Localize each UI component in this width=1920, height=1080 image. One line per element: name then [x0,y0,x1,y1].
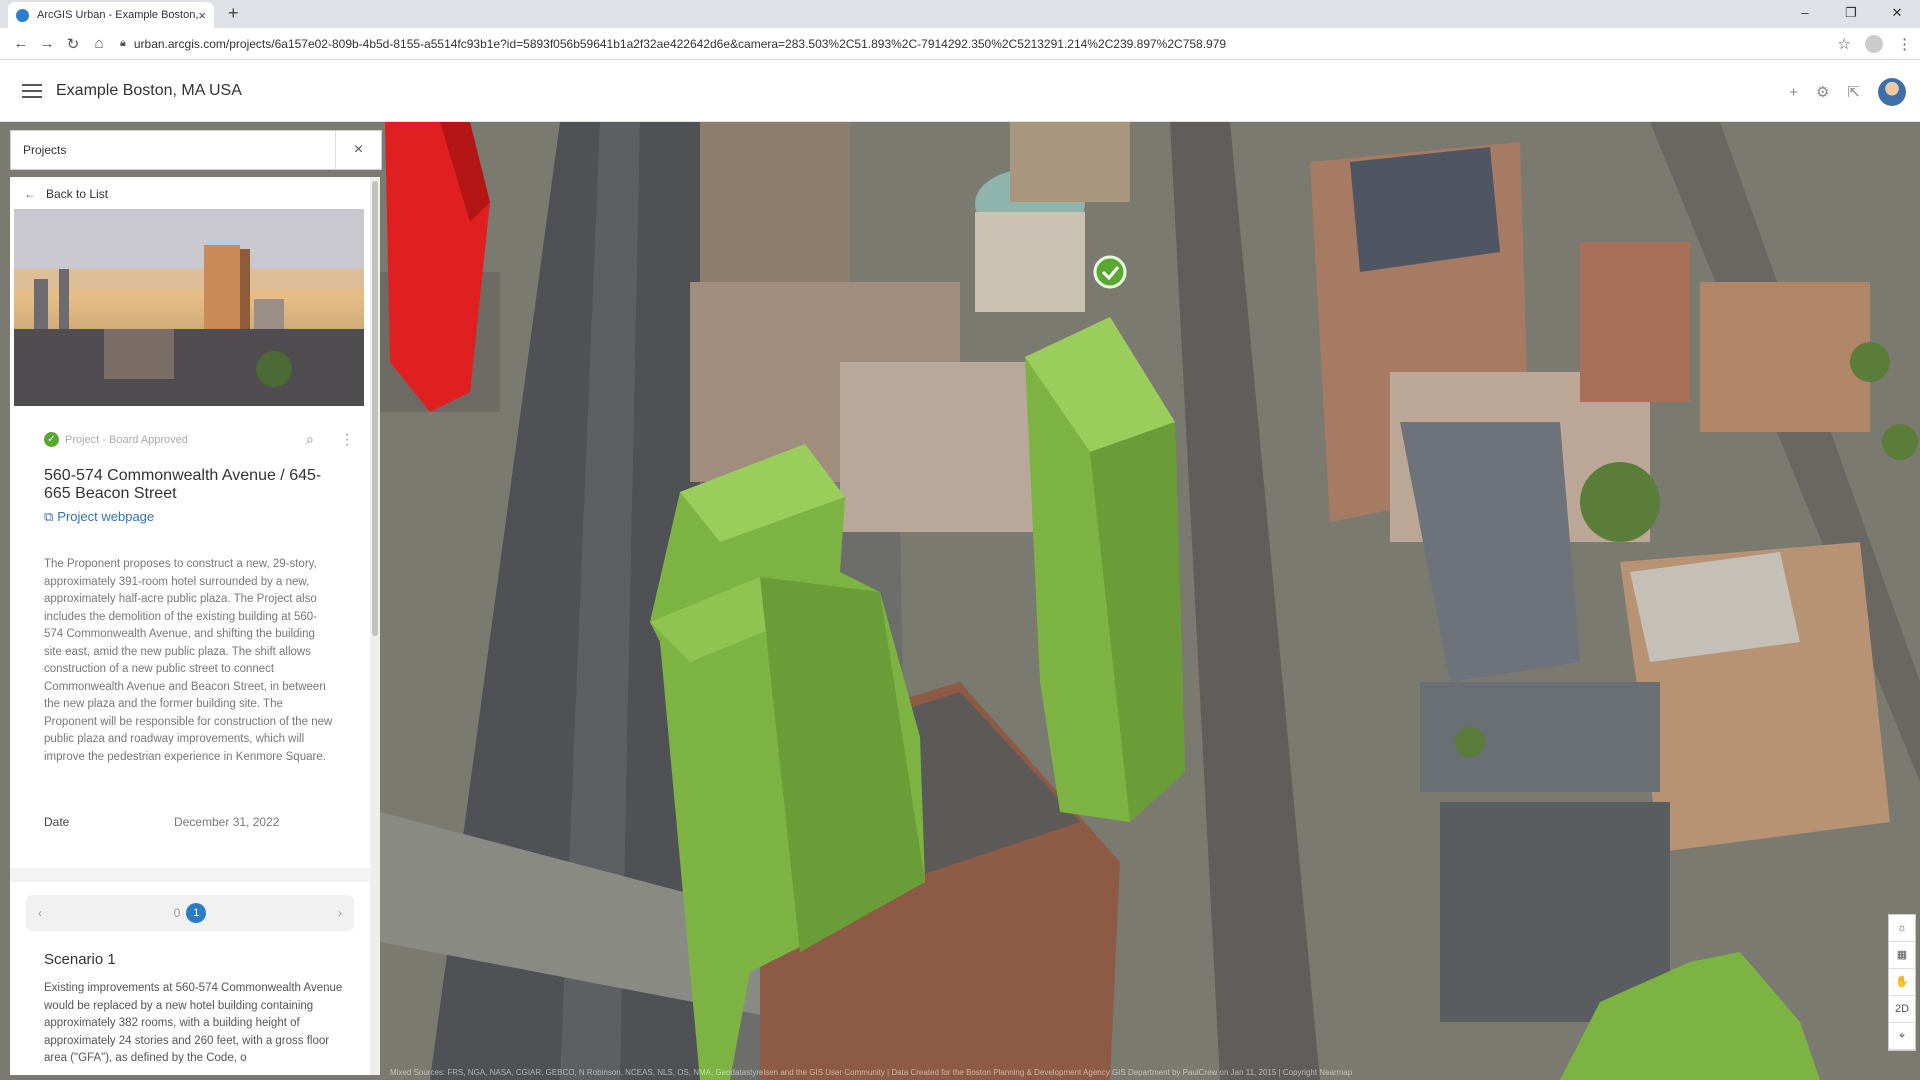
home-icon[interactable]: ⌂ [86,35,112,52]
projects-search-panel[interactable]: Projects × [10,130,382,170]
date-label: Date [44,815,70,829]
window-controls: – ❐ ✕ [1782,0,1920,28]
project-detail-panel: ← Back to List ✓ Project - Board Approved… [10,177,380,1075]
layers-icon[interactable]: ▦ [1889,942,1915,969]
browser-tab-bar: ArcGIS Urban - Example Boston, × + – ❐ ✕ [0,0,1920,28]
hamburger-menu-icon[interactable] [22,83,42,98]
panel-scrollbar[interactable] [370,177,380,1075]
scenario-title: Scenario 1 [44,951,116,968]
restore-icon[interactable]: ❐ [1828,0,1874,28]
tab-title: ArcGIS Urban - Example Boston, [37,9,199,21]
browser-tab[interactable]: ArcGIS Urban - Example Boston, × [8,2,214,28]
daylight-icon[interactable]: ☼ [1889,915,1915,942]
project-webpage-link[interactable]: ⧉ Project webpage [44,509,154,525]
date-value: December 31, 2022 [174,815,280,829]
project-title: 560-574 Commonwealth Avenue / 645-665 Be… [44,467,322,502]
bookmark-star-icon[interactable]: ☆ [1838,35,1851,53]
section-divider [10,868,370,882]
new-tab-button[interactable]: + [228,3,239,24]
url-text: urban.arcgis.com/projects/6a157e02-809b-… [133,36,1227,51]
scenario-pager: ‹ 0 1 › [26,895,354,931]
browser-menu-icon[interactable]: ⋮ [1897,35,1912,53]
compass-icon[interactable]: ⌖ [1889,1023,1915,1050]
minimize-icon[interactable]: – [1782,0,1828,28]
address-bar: ← → ↻ ⌂ 🔒︎ urban.arcgis.com/projects/6a1… [0,28,1920,60]
projects-panel-title: Projects [23,143,67,157]
close-panel-icon[interactable]: × [335,131,381,169]
zoom-to-icon[interactable]: ⌕ [306,431,314,448]
next-scenario-icon[interactable]: › [338,906,342,920]
2d-toggle-button[interactable]: 2D [1889,996,1915,1023]
external-link-icon: ⧉ [44,509,54,524]
arcgis-favicon-icon [16,8,29,22]
back-to-list-link[interactable]: ← Back to List [24,187,108,201]
project-description: The Proponent proposes to construct a ne… [44,558,333,763]
project-webpage-label: Project webpage [57,509,155,524]
back-arrow-icon: ← [24,187,36,201]
pan-icon[interactable]: ✋ [1889,969,1915,996]
url-field[interactable]: 🔒︎ urban.arcgis.com/projects/6a157e02-80… [120,37,1828,51]
share-icon[interactable]: ⇱ [1847,83,1860,101]
back-arrow-icon[interactable]: ← [8,35,34,52]
close-window-icon[interactable]: ✕ [1874,0,1920,28]
back-to-list-label: Back to List [46,187,109,201]
scenario-page-0[interactable]: 0 [174,906,181,920]
tab-close-icon[interactable]: × [198,8,206,23]
app-header: Example Boston, MA USA + ⚙ ⇱ [0,60,1920,122]
page-title: Example Boston, MA USA [56,81,242,99]
extension-icon[interactable] [1865,34,1883,53]
map-attribution: Mixed Sources: FRS, NGA, NASA, CGIAR, GE… [390,1068,1353,1077]
approved-check-icon: ✓ [44,432,59,447]
scenario-page-1[interactable]: 1 [186,903,207,923]
avatar[interactable] [1878,78,1906,106]
scenario-description: Existing improvements at 560-574 Commonw… [44,982,343,1064]
project-status: ✓ Project - Board Approved ⌕ ⋮ [44,431,354,448]
date-row: Date December 31, 2022 [44,815,304,829]
map-controls: ☼ ▦ ✋ 2D ⌖ [1888,914,1916,1051]
status-label: Project - Board Approved [65,433,188,446]
settings-icon[interactable]: ⚙ [1816,83,1829,101]
reload-icon[interactable]: ↻ [60,35,86,53]
forward-arrow-icon[interactable]: → [34,35,60,52]
lock-icon: 🔒︎ [120,37,126,49]
add-icon[interactable]: + [1789,84,1798,101]
more-options-icon[interactable]: ⋮ [340,431,354,448]
prev-scenario-icon[interactable]: ‹ [38,906,42,920]
project-rendering-image [14,209,364,406]
